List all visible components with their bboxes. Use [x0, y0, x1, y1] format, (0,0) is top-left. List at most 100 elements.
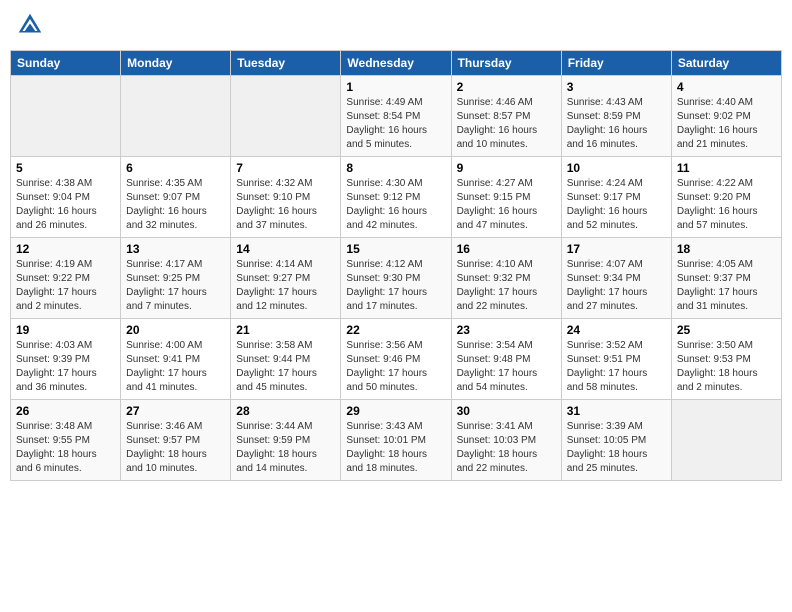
weekday-header-sunday: Sunday: [11, 51, 121, 76]
weekday-header-monday: Monday: [121, 51, 231, 76]
day-number: 4: [677, 80, 776, 94]
day-number: 17: [567, 242, 666, 256]
weekday-header-saturday: Saturday: [671, 51, 781, 76]
day-number: 20: [126, 323, 225, 337]
calendar-cell: 16 Sunrise: 4:10 AM Sunset: 9:32 PM Dayli…: [451, 238, 561, 319]
calendar-cell: 15 Sunrise: 4:12 AM Sunset: 9:30 PM Dayli…: [341, 238, 451, 319]
calendar-cell: [671, 400, 781, 481]
day-info: Sunrise: 4:10 AM Sunset: 9:32 PM Dayligh…: [457, 258, 556, 314]
day-number: 14: [236, 242, 335, 256]
calendar-cell: 10 Sunrise: 4:24 AM Sunset: 9:17 PM Dayli…: [561, 157, 671, 238]
day-info: Sunrise: 4:17 AM Sunset: 9:25 PM Dayligh…: [126, 258, 225, 314]
day-number: 27: [126, 404, 225, 418]
calendar-cell: [121, 76, 231, 157]
calendar-cell: 29 Sunrise: 3:43 AM Sunset: 10:01 PM Dayl…: [341, 400, 451, 481]
calendar-cell: 21Sunrise: 3:58 AM Sunset: 9:44 PM Dayli…: [231, 319, 341, 400]
day-number: 9: [457, 161, 556, 175]
day-number: 1: [346, 80, 445, 94]
day-number: 18: [677, 242, 776, 256]
day-number: 25: [677, 323, 776, 337]
calendar-cell: 20Sunrise: 4:00 AM Sunset: 9:41 PM Dayli…: [121, 319, 231, 400]
day-number: 2: [457, 80, 556, 94]
day-info: Sunrise: 4:49 AM Sunset: 8:54 PM Dayligh…: [346, 96, 445, 152]
day-info: Sunrise: 4:12 AM Sunset: 9:30 PM Dayligh…: [346, 258, 445, 314]
day-number: 23: [457, 323, 556, 337]
day-info: Sunrise: 3:44 AM Sunset: 9:59 PM Dayligh…: [236, 420, 335, 476]
calendar-cell: 14 Sunrise: 4:14 AM Sunset: 9:27 PM Dayli…: [231, 238, 341, 319]
calendar-cell: 1 Sunrise: 4:49 AM Sunset: 8:54 PM Daylig…: [341, 76, 451, 157]
calendar-cell: 19 Sunrise: 4:03 AM Sunset: 9:39 PM Dayli…: [11, 319, 121, 400]
day-info: Sunrise: 3:41 AM Sunset: 10:03 PM Daylig…: [457, 420, 556, 476]
weekday-header-thursday: Thursday: [451, 51, 561, 76]
logo-icon: [15, 10, 45, 40]
day-number: 3: [567, 80, 666, 94]
day-number: 30: [457, 404, 556, 418]
day-info: Sunrise: 4:43 AM Sunset: 8:59 PM Dayligh…: [567, 96, 666, 152]
calendar-cell: 28 Sunrise: 3:44 AM Sunset: 9:59 PM Dayli…: [231, 400, 341, 481]
day-number: 15: [346, 242, 445, 256]
day-info: Sunrise: 3:50 AM Sunset: 9:53 PM Dayligh…: [677, 339, 776, 395]
calendar-cell: 13Sunrise: 4:17 AM Sunset: 9:25 PM Dayli…: [121, 238, 231, 319]
calendar-cell: 31Sunrise: 3:39 AM Sunset: 10:05 PM Dayl…: [561, 400, 671, 481]
day-info: Sunrise: 3:39 AM Sunset: 10:05 PM Daylig…: [567, 420, 666, 476]
calendar-cell: 27Sunrise: 3:46 AM Sunset: 9:57 PM Dayli…: [121, 400, 231, 481]
day-info: Sunrise: 4:30 AM Sunset: 9:12 PM Dayligh…: [346, 177, 445, 233]
weekday-header-tuesday: Tuesday: [231, 51, 341, 76]
day-number: 11: [677, 161, 776, 175]
day-info: Sunrise: 4:40 AM Sunset: 9:02 PM Dayligh…: [677, 96, 776, 152]
calendar-cell: 25 Sunrise: 3:50 AM Sunset: 9:53 PM Dayli…: [671, 319, 781, 400]
day-info: Sunrise: 4:05 AM Sunset: 9:37 PM Dayligh…: [677, 258, 776, 314]
calendar-week-3: 12Sunrise: 4:19 AM Sunset: 9:22 PM Dayli…: [11, 238, 782, 319]
calendar-cell: 23 Sunrise: 3:54 AM Sunset: 9:48 PM Dayli…: [451, 319, 561, 400]
calendar-cell: 2Sunrise: 4:46 AM Sunset: 8:57 PM Daylig…: [451, 76, 561, 157]
calendar-week-5: 26 Sunrise: 3:48 AM Sunset: 9:55 PM Dayli…: [11, 400, 782, 481]
day-info: Sunrise: 4:22 AM Sunset: 9:20 PM Dayligh…: [677, 177, 776, 233]
day-number: 6: [126, 161, 225, 175]
day-number: 28: [236, 404, 335, 418]
day-number: 22: [346, 323, 445, 337]
day-info: Sunrise: 4:19 AM Sunset: 9:22 PM Dayligh…: [16, 258, 115, 314]
calendar-cell: 9 Sunrise: 4:27 AM Sunset: 9:15 PM Daylig…: [451, 157, 561, 238]
day-info: Sunrise: 4:07 AM Sunset: 9:34 PM Dayligh…: [567, 258, 666, 314]
day-number: 29: [346, 404, 445, 418]
calendar-week-1: 1 Sunrise: 4:49 AM Sunset: 8:54 PM Daylig…: [11, 76, 782, 157]
weekday-header-friday: Friday: [561, 51, 671, 76]
day-number: 8: [346, 161, 445, 175]
day-info: Sunrise: 3:52 AM Sunset: 9:51 PM Dayligh…: [567, 339, 666, 395]
calendar-cell: 7Sunrise: 4:32 AM Sunset: 9:10 PM Daylig…: [231, 157, 341, 238]
day-number: 26: [16, 404, 115, 418]
calendar-cell: 24 Sunrise: 3:52 AM Sunset: 9:51 PM Dayli…: [561, 319, 671, 400]
calendar-cell: 4 Sunrise: 4:40 AM Sunset: 9:02 PM Daylig…: [671, 76, 781, 157]
calendar-week-4: 19 Sunrise: 4:03 AM Sunset: 9:39 PM Dayli…: [11, 319, 782, 400]
weekday-header-wednesday: Wednesday: [341, 51, 451, 76]
calendar-week-2: 5Sunrise: 4:38 AM Sunset: 9:04 PM Daylig…: [11, 157, 782, 238]
day-number: 19: [16, 323, 115, 337]
day-info: Sunrise: 3:48 AM Sunset: 9:55 PM Dayligh…: [16, 420, 115, 476]
calendar-table: SundayMondayTuesdayWednesdayThursdayFrid…: [10, 50, 782, 481]
calendar-cell: 3 Sunrise: 4:43 AM Sunset: 8:59 PM Daylig…: [561, 76, 671, 157]
calendar-cell: 11 Sunrise: 4:22 AM Sunset: 9:20 PM Dayli…: [671, 157, 781, 238]
day-number: 10: [567, 161, 666, 175]
day-info: Sunrise: 4:27 AM Sunset: 9:15 PM Dayligh…: [457, 177, 556, 233]
day-number: 7: [236, 161, 335, 175]
day-info: Sunrise: 4:35 AM Sunset: 9:07 PM Dayligh…: [126, 177, 225, 233]
day-number: 21: [236, 323, 335, 337]
calendar-header-row: SundayMondayTuesdayWednesdayThursdayFrid…: [11, 51, 782, 76]
day-info: Sunrise: 3:43 AM Sunset: 10:01 PM Daylig…: [346, 420, 445, 476]
calendar-cell: [11, 76, 121, 157]
calendar-cell: 30 Sunrise: 3:41 AM Sunset: 10:03 PM Dayl…: [451, 400, 561, 481]
day-number: 24: [567, 323, 666, 337]
calendar-cell: 6 Sunrise: 4:35 AM Sunset: 9:07 PM Daylig…: [121, 157, 231, 238]
day-info: Sunrise: 4:03 AM Sunset: 9:39 PM Dayligh…: [16, 339, 115, 395]
day-info: Sunrise: 3:54 AM Sunset: 9:48 PM Dayligh…: [457, 339, 556, 395]
calendar-cell: 18 Sunrise: 4:05 AM Sunset: 9:37 PM Dayli…: [671, 238, 781, 319]
day-info: Sunrise: 4:38 AM Sunset: 9:04 PM Dayligh…: [16, 177, 115, 233]
day-number: 16: [457, 242, 556, 256]
calendar-cell: 5Sunrise: 4:38 AM Sunset: 9:04 PM Daylig…: [11, 157, 121, 238]
day-info: Sunrise: 4:14 AM Sunset: 9:27 PM Dayligh…: [236, 258, 335, 314]
page-header: [10, 10, 782, 40]
calendar-cell: [231, 76, 341, 157]
calendar-cell: 8 Sunrise: 4:30 AM Sunset: 9:12 PM Daylig…: [341, 157, 451, 238]
calendar-cell: 12Sunrise: 4:19 AM Sunset: 9:22 PM Dayli…: [11, 238, 121, 319]
day-info: Sunrise: 4:24 AM Sunset: 9:17 PM Dayligh…: [567, 177, 666, 233]
